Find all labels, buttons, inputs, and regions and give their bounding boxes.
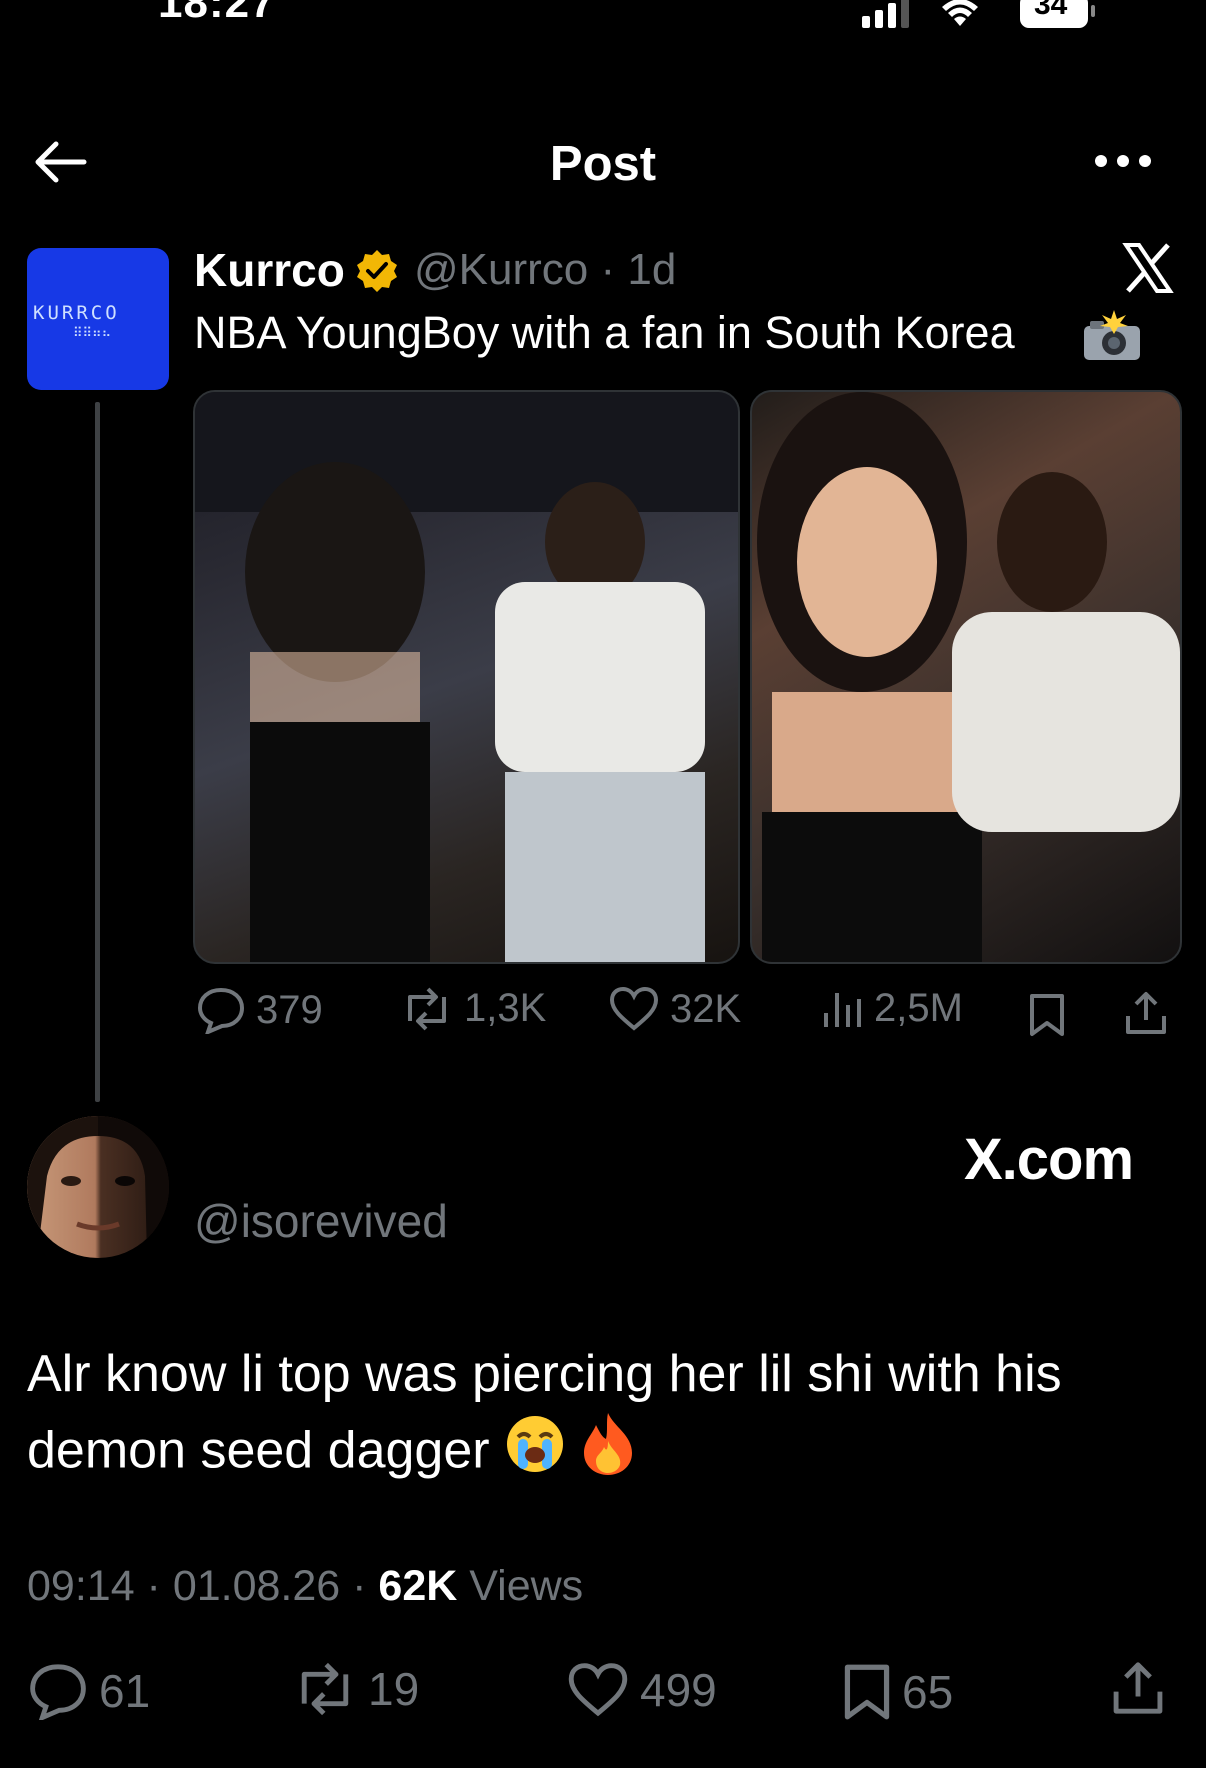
share-icon[interactable] — [1110, 1660, 1166, 1716]
heart-icon — [568, 1663, 628, 1717]
reply-count: 61 — [99, 1665, 151, 1717]
battery-level: 34 — [1034, 0, 1068, 21]
author-avatar[interactable] — [27, 1116, 169, 1258]
author-handle[interactable]: @isorevived — [194, 1194, 448, 1248]
quoted-author-name[interactable]: Kurrco — [194, 243, 345, 297]
reply-icon — [30, 1664, 86, 1720]
photo-car-interior — [195, 392, 738, 962]
status-icons: 34 — [862, 0, 1102, 34]
more-icon[interactable] — [1092, 150, 1154, 172]
post-timestamp: 09:14 · 01.08.26 · — [27, 1562, 379, 1610]
media-image-2[interactable] — [750, 390, 1182, 964]
x-logo-icon — [1122, 242, 1174, 294]
avatar-logo-text: KURRCO — [33, 302, 120, 324]
post-views-count[interactable]: 62K — [378, 1562, 457, 1610]
avatar-logo-glyphs: ⠿⠿⠶⠦ — [73, 326, 112, 341]
quoted-views-button[interactable]: 2,5M — [820, 986, 963, 1031]
reply-icon — [197, 987, 245, 1034]
photo-selfie — [757, 392, 1180, 962]
like-count: 499 — [640, 1664, 717, 1716]
fire-emoji-icon — [580, 1411, 636, 1497]
repost-icon — [408, 987, 446, 1030]
quoted-repost-button[interactable]: 1,3K — [400, 986, 546, 1031]
page-title: Post — [549, 137, 657, 191]
loudly-crying-face-emoji-icon — [504, 1413, 566, 1495]
avatar-face-image — [27, 1116, 169, 1258]
x-com-watermark: X.com — [964, 1127, 1134, 1192]
bookmark-button[interactable]: 65 — [842, 1662, 953, 1722]
like-button[interactable]: 499 — [566, 1662, 717, 1718]
bookmark-icon — [844, 1664, 890, 1720]
share-icon[interactable] — [1124, 990, 1168, 1036]
quoted-reply-button[interactable]: 379 — [196, 986, 323, 1034]
post-text: Alr know li top was piercing her lil shi… — [27, 1338, 1167, 1497]
bookmark-icon[interactable] — [1028, 992, 1066, 1038]
camera-flash-emoji-icon — [1082, 310, 1142, 362]
post-meta: 09:14 · 01.08.26 · 62K Views — [27, 1562, 583, 1611]
quoted-author-avatar[interactable]: KURRCO ⠿⠿⠶⠦ — [27, 248, 169, 390]
views-icon — [824, 992, 861, 1027]
quoted-handle-time[interactable]: @Kurrco · 1d — [414, 245, 676, 295]
heart-icon — [609, 986, 659, 1031]
reply-button[interactable]: 61 — [27, 1662, 150, 1720]
quoted-like-count: 32K — [670, 986, 742, 1031]
verified-badge-icon — [354, 248, 400, 294]
status-time: 18:27 — [158, 0, 276, 27]
media-image-1[interactable] — [193, 390, 740, 964]
thread-line — [95, 402, 100, 1102]
post-views-label: Views — [457, 1562, 584, 1610]
quoted-like-button[interactable]: 32K — [608, 986, 741, 1032]
bookmark-count: 65 — [902, 1666, 954, 1718]
quoted-reply-count: 379 — [256, 987, 323, 1032]
repost-icon — [301, 1662, 349, 1716]
repost-count: 19 — [368, 1663, 420, 1715]
repost-button[interactable]: 19 — [292, 1662, 419, 1716]
quoted-repost-count: 1,3K — [464, 986, 547, 1030]
quoted-post-text: NBA YoungBoy with a fan in South Korea — [194, 307, 1015, 358]
quoted-views-count: 2,5M — [874, 986, 963, 1030]
